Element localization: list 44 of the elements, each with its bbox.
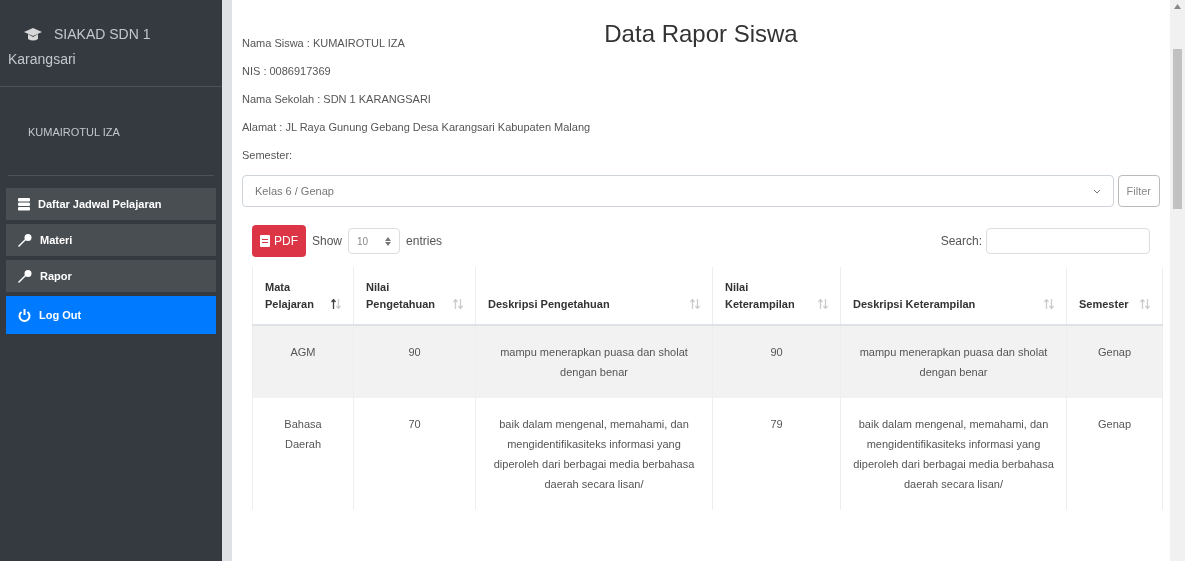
graduation-cap-icon (24, 27, 42, 42)
chevron-down-icon (1092, 188, 1101, 194)
filter-button[interactable]: Filter (1117, 175, 1160, 207)
column-header[interactable]: Mata Pelajaran (252, 267, 354, 325)
column-header[interactable]: Deskripsi Pengetahuan (475, 267, 713, 325)
power-icon (18, 308, 31, 322)
search-label: Search: (940, 233, 982, 250)
document-icon (260, 235, 270, 247)
search-field[interactable] (986, 228, 1150, 254)
pdf-button[interactable]: PDF (252, 225, 306, 257)
brand-name[interactable]: Karangsari (8, 49, 214, 70)
sidebar-item[interactable]: Daftar Jadwal Pelajaran (6, 188, 216, 220)
sidebar-item[interactable]: Materi (6, 224, 216, 256)
sidebar-item[interactable]: Rapor (6, 260, 216, 292)
table-cell: 70 (353, 398, 476, 510)
column-header[interactable]: Deskripsi Keterampilan (840, 267, 1067, 325)
table-cell: baik dalam mengenal, memahami, dan mengidentifikasiteks informasi yang diperoleh dari berbagai media berbahasa daerah secara lisan/ (475, 398, 713, 510)
table-cell: Bahasa Daerah (252, 398, 354, 510)
wrench-icon (18, 269, 32, 283)
table-cell: 79 (712, 398, 841, 510)
scrollbar[interactable] (1170, 0, 1185, 561)
show-label: Show (312, 233, 343, 250)
brand-name[interactable]: SIAKAD SDN 1 (54, 24, 151, 45)
page-size-select[interactable]: 10 (348, 228, 401, 254)
table-cell: baik dalam mengenal, memahami, dan mengidentifikasiteks informasi yang diperoleh dari berbagai media berbahasa daerah secara lisan/ (840, 398, 1067, 510)
column-header[interactable]: Nilai Keterampilan (712, 267, 841, 325)
entries-label: entries (406, 233, 443, 250)
sort-arrows-icon (385, 236, 392, 246)
semester-select[interactable]: Kelas 6 / Genap (242, 175, 1114, 207)
scroll-up-icon[interactable] (1174, 4, 1181, 9)
info-text: Semester: (242, 148, 293, 163)
column-header[interactable]: Nilai Pengetahuan (353, 267, 476, 325)
sidebar-item[interactable]: Log Out (6, 296, 216, 334)
info-text: NIS : 0086917369 (242, 64, 331, 79)
column-header[interactable]: Semester (1066, 267, 1163, 325)
page-title: Data Rapor Siswa (604, 20, 798, 48)
table-cell: Genap (1066, 398, 1163, 510)
list-icon (18, 197, 30, 211)
info-text: Nama Siswa : KUMAIROTUL IZA (242, 36, 405, 51)
user-name[interactable]: KUMAIROTUL IZA (28, 126, 120, 138)
info-text: Alamat : JL Raya Gunung Gebang Desa Karangsari Kabupaten Malang (242, 120, 591, 135)
scrollbar-thumb[interactable] (1173, 49, 1182, 209)
info-text: Nama Sekolah : SDN 1 KARANGSARI (242, 92, 431, 107)
wrench-icon (18, 233, 32, 247)
